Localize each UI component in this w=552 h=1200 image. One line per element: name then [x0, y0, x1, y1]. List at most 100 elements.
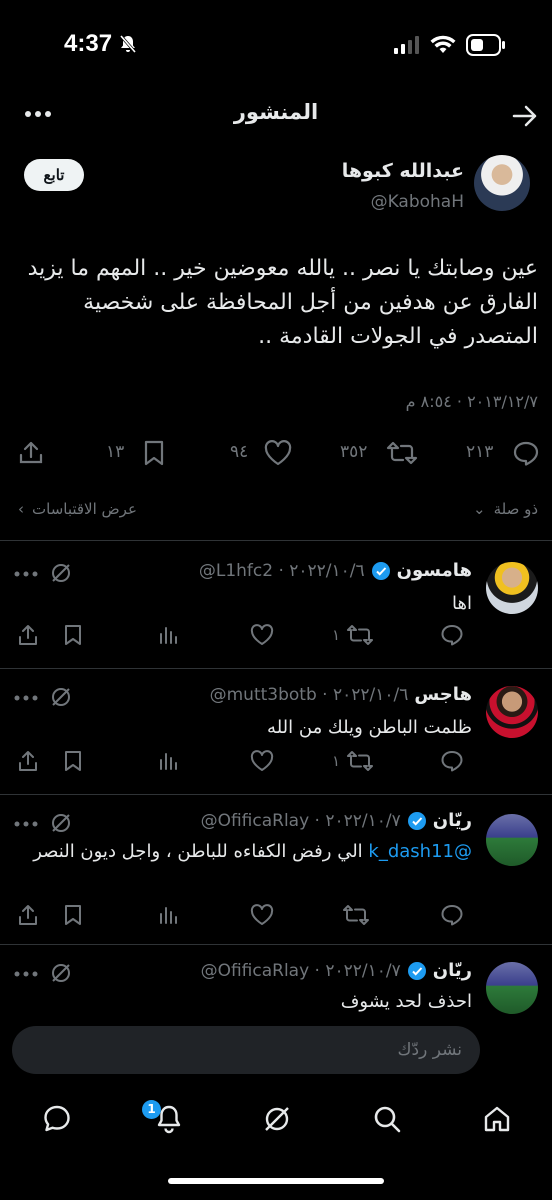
reply-handle-date: @OfificaRlay · ٢٠٢٢/١٠/٧: [200, 810, 401, 831]
reply-header: هاجس @mutt3botb · ٢٠٢٢/١٠/٦: [210, 684, 472, 705]
post-timestamp: ٢٠١٣/١٢/٧ · ٨:٥٤ م: [405, 392, 538, 411]
verified-badge-icon: [371, 561, 391, 581]
signal-icon: [394, 36, 420, 54]
divider: [0, 540, 552, 541]
divider: [0, 668, 552, 669]
retweet-count: ١: [332, 752, 341, 770]
tab-search[interactable]: [372, 1104, 402, 1134]
grok-icon[interactable]: [50, 812, 72, 834]
reply-header: ريّان @OfificaRlay · ٢٠٢٢/١٠/٧: [201, 810, 472, 831]
like-count: ٩٤: [230, 442, 249, 462]
more-options-icon[interactable]: [14, 820, 38, 828]
like-icon[interactable]: [250, 904, 274, 926]
tab-home[interactable]: [482, 1104, 512, 1134]
reply-icon[interactable]: [440, 750, 464, 772]
avatar[interactable]: [486, 962, 538, 1014]
verified-badge-icon: [407, 961, 427, 981]
home-indicator: [168, 1178, 384, 1184]
reply-handle-date: @OfificaRlay · ٢٠٢٢/١٠/٧: [200, 960, 401, 981]
back-arrow-icon[interactable]: [512, 104, 538, 128]
divider: [0, 944, 552, 945]
view-quotes-link[interactable]: ‹ عرض الاقتباسات: [18, 500, 137, 518]
more-options-icon[interactable]: [14, 970, 38, 978]
wifi-icon: [430, 35, 456, 55]
share-icon[interactable]: [18, 440, 44, 466]
notifications-badge: 1: [142, 1100, 161, 1119]
avatar[interactable]: [486, 562, 538, 614]
reply-icon[interactable]: [440, 624, 464, 646]
reply-handle-date: @mutt3botb · ٢٠٢٢/١٠/٦: [209, 684, 409, 705]
reply-compose-input[interactable]: نشر ردّك: [12, 1026, 480, 1074]
avatar[interactable]: [486, 686, 538, 738]
grok-icon: [265, 1107, 289, 1131]
like-icon[interactable]: [264, 440, 292, 466]
retweet-icon[interactable]: [386, 440, 418, 466]
more-options-icon[interactable]: [14, 570, 38, 578]
author-name[interactable]: عبدالله كبوها: [342, 160, 464, 182]
reply-text: احذف لحد يشوف: [340, 991, 472, 1012]
view-quotes-label: عرض الاقتباسات: [32, 500, 137, 518]
author-avatar[interactable]: [474, 155, 530, 211]
mute-icon: [118, 34, 138, 54]
reply-actions: ١: [12, 624, 466, 652]
reply-text: ظلمت الباطن ويلك من الله: [267, 717, 472, 738]
reply-author-name[interactable]: ريّان: [433, 810, 472, 831]
verified-badge-icon: [407, 811, 427, 831]
reply-text: @k_dash11 الي رفض الكفاءه للباطن ، واجل …: [20, 838, 472, 866]
author-handle[interactable]: @KabohaH: [371, 192, 464, 212]
retweet-icon[interactable]: [342, 904, 370, 926]
home-icon: [484, 1106, 510, 1132]
bookmark-icon[interactable]: [142, 440, 166, 466]
more-options-icon[interactable]: [14, 694, 38, 702]
mention-link[interactable]: @k_dash11: [368, 841, 472, 862]
bookmark-icon[interactable]: [64, 624, 82, 646]
retweet-icon: [347, 625, 374, 645]
search-icon: [374, 1106, 401, 1133]
tab-messages[interactable]: [42, 1104, 72, 1134]
bookmark-icon[interactable]: [64, 750, 82, 772]
share-icon[interactable]: [18, 750, 38, 772]
tab-grok[interactable]: [262, 1104, 292, 1134]
grok-icon[interactable]: [50, 562, 72, 584]
views-icon[interactable]: [158, 904, 178, 924]
like-icon[interactable]: [250, 624, 274, 646]
reply-icon[interactable]: [440, 904, 464, 926]
status-time: 4:37: [64, 30, 113, 57]
reply-text-body: الي رفض الكفاءه للباطن ، واجل ديون النصر: [33, 841, 363, 862]
reply-author-name[interactable]: ريّان: [433, 960, 472, 981]
retweet-count: ١: [332, 626, 341, 644]
bookmark-count: ١٣: [106, 442, 125, 462]
sort-label: ذو صلة: [493, 500, 538, 518]
bookmark-icon[interactable]: [64, 904, 82, 926]
chevron-down-icon: ⌄: [472, 500, 486, 518]
avatar[interactable]: [486, 814, 538, 866]
views-icon[interactable]: [158, 750, 178, 770]
reply-count: ٢١٣: [466, 442, 494, 462]
retweet-control[interactable]: ١: [332, 624, 374, 646]
reply-icon[interactable]: [512, 440, 540, 466]
follow-button[interactable]: تابع: [24, 159, 84, 191]
reply-author-name[interactable]: هامسون: [397, 560, 472, 581]
reply-actions: [12, 904, 466, 932]
divider: [0, 794, 552, 795]
page-title: المنشور: [233, 100, 319, 124]
like-icon[interactable]: [250, 750, 274, 772]
retweet-count: ٣٥٢: [340, 442, 368, 462]
grok-icon[interactable]: [50, 686, 72, 708]
reply-header: هامسون @L1hfc2 · ٢٠٢٢/١٠/٦: [199, 560, 472, 581]
retweet-icon: [347, 751, 374, 771]
grok-icon[interactable]: [50, 962, 72, 984]
views-icon[interactable]: [158, 624, 178, 644]
share-icon[interactable]: [18, 624, 38, 646]
share-icon[interactable]: [18, 904, 38, 926]
reply-author-name[interactable]: هاجس: [414, 684, 472, 705]
reply-handle-date: @L1hfc2 · ٢٠٢٢/١٠/٦: [198, 560, 365, 581]
reply-actions: ١: [12, 750, 466, 778]
reply-text: اها: [452, 593, 472, 614]
chevron-left-icon: ‹: [18, 500, 24, 518]
battery-icon: [466, 34, 506, 56]
reply-header: ريّان @OfificaRlay · ٢٠٢٢/١٠/٧: [201, 960, 472, 981]
retweet-control[interactable]: ١: [332, 750, 374, 772]
message-icon: [44, 1105, 70, 1132]
sort-dropdown[interactable]: ⌄ ذو صلة: [473, 500, 538, 518]
